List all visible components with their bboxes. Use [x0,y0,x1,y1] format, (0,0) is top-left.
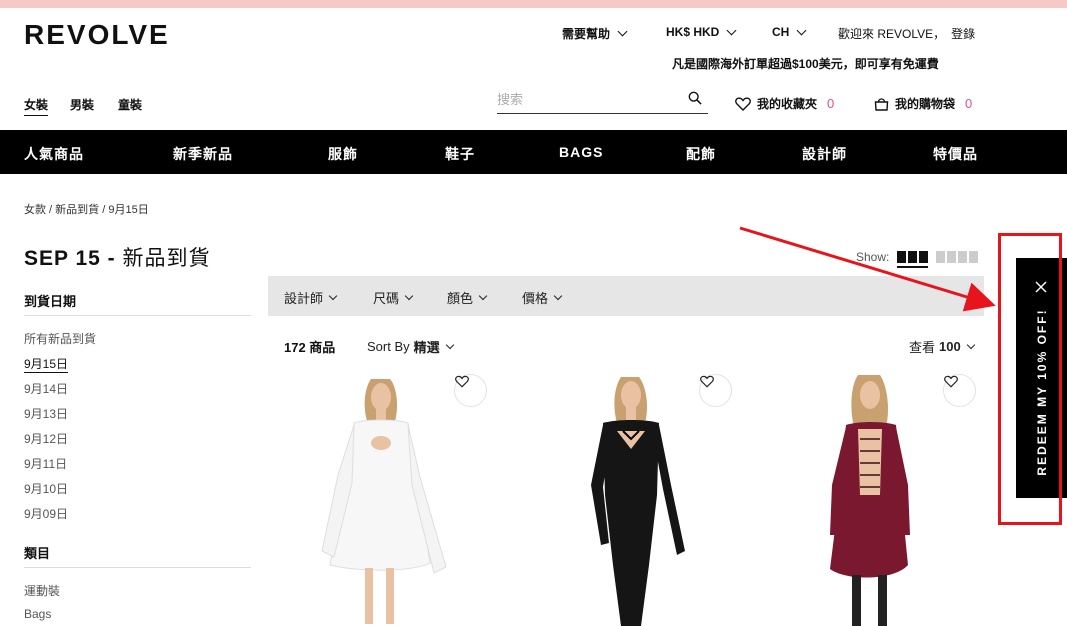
product-card[interactable] [513,365,749,626]
arrival-item-sep10[interactable]: 9月10日 [24,480,68,497]
page-title-label: 新品到貨 [122,247,211,270]
tab-men[interactable]: 男裝 [70,96,94,113]
nav-item-popular[interactable]: 人氣商品 [24,144,84,164]
help-menu[interactable]: 需要幫助 [562,25,628,42]
wishlist-heart-button[interactable] [699,374,732,407]
three-column-grid-icon[interactable] [897,251,929,268]
per-page-value: 100 [939,339,961,354]
page-title: SEP 15 - 新品到貨 [24,242,211,272]
filter-color-label: 顏色 [447,291,474,306]
language-label: CH [772,25,790,39]
arrival-item-sep11[interactable]: 9月11日 [24,455,67,472]
filter-designer-label: 設計師 [284,291,324,306]
chevron-down-icon [966,340,975,349]
filter-color[interactable]: 顏色 [447,288,488,307]
heart-icon [735,96,751,111]
nav-item-sale[interactable]: 特價品 [933,144,978,164]
category-heading: 類目 [24,546,51,561]
cart-label: 我的購物袋 [895,97,956,111]
filter-designer[interactable]: 設計師 [284,288,338,307]
chevron-down-icon [404,291,414,300]
per-page-dropdown[interactable]: 查看 100 [909,337,975,356]
revolve-logo[interactable]: REVOLVE [24,19,170,51]
filter-size[interactable]: 尺碼 [373,288,414,307]
chevron-down-icon [726,25,737,35]
nav-item-accessories[interactable]: 配飾 [686,144,716,164]
show-label: Show: [856,250,890,264]
product-card[interactable] [758,365,994,626]
heart-icon [455,375,469,388]
per-page-label: 查看 [909,340,936,355]
wishlist-count: 0 [827,96,835,111]
search-input[interactable] [497,88,677,110]
heart-icon [700,375,714,388]
sort-label: Sort By [367,339,410,354]
product-card[interactable] [268,365,504,626]
login-link[interactable]: 登錄 [951,27,975,41]
category-item-bags[interactable]: Bags [24,607,51,621]
language-select[interactable]: CH [772,25,807,39]
nav-item-clothing[interactable]: 服飾 [328,144,358,164]
grid-view-switcher: Show: [856,246,979,268]
arrival-item-sep15[interactable]: 9月15日 [24,355,69,373]
arrival-date-heading: 到貨日期 [24,294,77,309]
welcome-label: 歡迎來 REVOLVE， [838,27,946,41]
tab-women[interactable]: 女裝 [24,96,49,116]
chevron-down-icon [553,291,563,300]
chevron-down-icon [478,291,488,300]
tab-kids[interactable]: 童裝 [118,96,142,113]
breadcrumb[interactable]: 女款 / 新品到貨 / 9月15日 [24,201,149,217]
chevron-down-icon [796,25,807,35]
nav-item-designers[interactable]: 設計師 [802,144,847,164]
chevron-down-icon [445,340,454,349]
divider [24,567,251,568]
nav-item-shoes[interactable]: 鞋子 [445,144,475,164]
help-label: 需要幫助 [562,27,611,41]
filter-bar: 設計師 尺碼 顏色 價格 [268,276,984,316]
wishlist-heart-button[interactable] [454,374,487,407]
nav-item-bags[interactable]: BAGS [559,144,603,160]
annotation-highlight-box [998,233,1062,525]
result-count: 172 商品 [284,340,336,355]
wishlist-link[interactable]: 我的收藏夾 0 [735,95,834,112]
nav-item-new-season[interactable]: 新季新品 [173,144,233,164]
filter-size-label: 尺碼 [373,291,400,306]
sort-dropdown[interactable]: Sort By 精選 [367,337,454,356]
arrival-item-all[interactable]: 所有新品到貨 [24,330,96,347]
wishlist-heart-button[interactable] [943,374,976,407]
currency-label: HK$ HKD [666,25,720,39]
search-box [497,88,708,114]
filter-price[interactable]: 價格 [522,288,563,307]
arrival-item-sep14[interactable]: 9月14日 [24,380,68,397]
cart-link[interactable]: 我的購物袋 0 [874,95,972,112]
arrival-item-sep12[interactable]: 9月12日 [24,430,68,447]
shopping-bag-icon [874,97,889,111]
search-icon[interactable] [688,91,702,105]
shipping-promo: 凡是國際海外訂單超過$100美元，即可享有免運費 [672,57,939,71]
arrival-item-sep13[interactable]: 9月13日 [24,405,68,422]
filter-price-label: 價格 [522,291,549,306]
main-nav: 人氣商品 新季新品 服飾 鞋子 BAGS 配飾 設計師 特價品 [0,130,1067,174]
top-promo-strip [0,0,1067,8]
arrival-item-sep09[interactable]: 9月09日 [24,505,68,522]
heart-icon [944,375,958,388]
page-title-date: SEP 15 - [24,247,116,270]
currency-select[interactable]: HK$ HKD [666,25,737,39]
chevron-down-icon [617,26,628,37]
cart-count: 0 [965,96,973,111]
category-item-activewear[interactable]: 運動裝 [24,582,60,599]
divider [24,315,251,316]
wishlist-label: 我的收藏夾 [757,97,818,111]
sort-value: 精選 [413,340,440,355]
four-column-grid-icon[interactable] [936,251,979,263]
welcome-text: 歡迎來 REVOLVE， 登錄 [838,25,975,42]
chevron-down-icon [328,291,338,300]
